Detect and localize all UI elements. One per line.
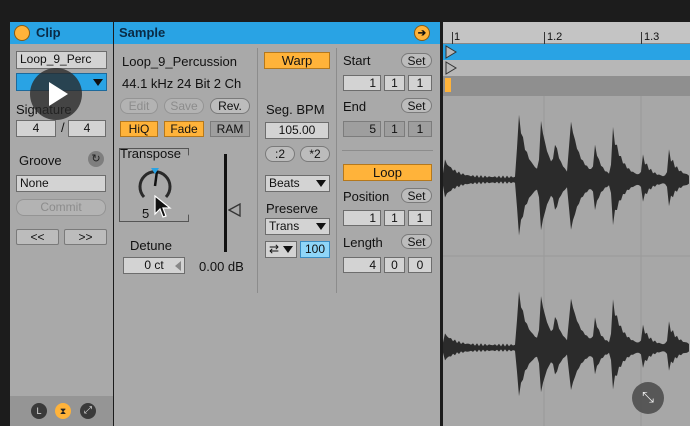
preserve-label: Preserve [266, 201, 319, 216]
clip-activator-icon[interactable] [14, 25, 30, 41]
groove-selector[interactable]: None [16, 175, 106, 192]
groove-hot-swap-icon[interactable]: ↻ [88, 151, 104, 167]
gain-slider-handle[interactable] [228, 203, 242, 217]
detune-arrow-icon [175, 261, 181, 271]
sample-name: Loop_9_Percussion [122, 54, 237, 69]
position-bar-field[interactable]: 1 [343, 210, 381, 226]
length-sixteenth-field[interactable]: 0 [408, 257, 432, 273]
launch-tab-icon[interactable]: L [31, 403, 47, 419]
transpose-value: 5 [142, 206, 150, 221]
ruler-label: 1.3 [644, 31, 660, 43]
reverse-button[interactable]: Rev. [210, 98, 250, 114]
sample-panel: Sample ➔ Loop_9_Percussion 44.1 kHz 24 B… [114, 22, 440, 426]
play-overlay-button[interactable] [30, 68, 82, 120]
sample-info: 44.1 kHz 24 Bit 2 Ch [122, 76, 242, 91]
envelope-field[interactable]: 100 [300, 241, 330, 258]
end-sixteenth-field[interactable]: 1 [408, 121, 432, 137]
envelopes-tab-icon[interactable]: ⤢ [80, 403, 96, 419]
waveform-display[interactable] [443, 96, 690, 426]
ruler-label: 1.2 [547, 31, 563, 43]
position-beat-field[interactable]: 1 [384, 210, 405, 226]
clip-title: Clip [36, 25, 61, 40]
length-set-button[interactable]: Set [401, 234, 432, 249]
clip-header: Clip [10, 22, 113, 44]
nudge-left-button[interactable]: << [16, 229, 59, 245]
sample-title: Sample [119, 25, 166, 40]
chevron-down-icon [316, 180, 326, 187]
warp-mode-value: Beats [269, 176, 300, 190]
mouse-cursor-icon [154, 195, 172, 218]
nudge-right-button[interactable]: >> [64, 229, 107, 245]
fade-toggle[interactable]: Fade [164, 121, 204, 137]
ruler-tick [452, 32, 453, 44]
position-sixteenth-field[interactable]: 1 [408, 210, 432, 226]
seg-bpm-field[interactable]: 105.00 [265, 122, 329, 139]
save-button[interactable]: Save [164, 98, 204, 114]
start-marker-strip [443, 60, 690, 76]
signature-separator: / [61, 120, 65, 135]
detune-field[interactable]: 0 ct [123, 257, 185, 274]
edit-button[interactable]: Edit [120, 98, 158, 114]
collapse-view-button[interactable]: ⤡ [632, 382, 664, 414]
preserve-value: Trans [269, 219, 300, 233]
shrink-icon: ⤡ [641, 389, 654, 406]
seg-bpm-label: Seg. BPM [266, 102, 325, 117]
gain-value: 0.00 dB [199, 259, 244, 274]
position-label: Position [343, 189, 390, 204]
detune-label: Detune [130, 238, 172, 253]
warp-toggle[interactable]: Warp [264, 52, 330, 69]
chevron-down-icon [316, 223, 326, 230]
preserve-select[interactable]: Trans [265, 218, 330, 235]
loop-brace[interactable] [443, 44, 690, 60]
groove-label: Groove [19, 153, 62, 168]
signature-denominator[interactable]: 4 [68, 120, 106, 137]
warp-mode-select[interactable]: Beats [265, 175, 330, 192]
start-bar-field[interactable]: 1 [343, 75, 381, 91]
gain-slider[interactable] [224, 154, 227, 252]
half-tempo-button[interactable]: :2 [265, 146, 295, 162]
loop-mode-select[interactable]: ⇄ [265, 241, 297, 258]
end-beat-field[interactable]: 1 [384, 121, 405, 137]
chevron-down-icon [93, 79, 103, 86]
ruler-tick [544, 32, 545, 44]
end-label: End [343, 99, 367, 114]
double-tempo-button[interactable]: *2 [300, 146, 330, 162]
waveform-left-channel [443, 114, 689, 236]
sample-header: Sample ➔ [114, 22, 440, 44]
length-bar-field[interactable]: 4 [343, 257, 381, 273]
start-beat-field[interactable]: 1 [384, 75, 405, 91]
divider [342, 150, 433, 151]
commit-button[interactable]: Commit [16, 199, 106, 216]
signature-numerator[interactable]: 4 [16, 120, 56, 137]
warp-marker[interactable] [445, 78, 451, 92]
divider [257, 48, 258, 293]
start-set-button[interactable]: Set [401, 53, 432, 68]
sample-editor: 1 1.2 1.3 ⤡ [443, 22, 690, 426]
arrow-right-circle-icon[interactable]: ➔ [414, 25, 430, 41]
ruler-label: 1 [454, 31, 461, 43]
start-label: Start [343, 53, 371, 68]
clip-name-field[interactable]: Loop_9_Perc [16, 51, 107, 69]
chevron-down-icon [283, 246, 293, 253]
loop-toggle[interactable]: Loop [343, 164, 432, 181]
loop-start-marker-icon[interactable] [445, 45, 457, 59]
sample-tab-icon[interactable]: ⧗ [55, 403, 71, 419]
loop-mode-icon: ⇄ [269, 242, 280, 256]
end-set-button[interactable]: Set [401, 98, 432, 113]
detune-value: 0 ct [144, 258, 164, 272]
ruler-tick [641, 32, 642, 44]
end-bar-field[interactable]: 5 [343, 121, 381, 137]
warp-marker-strip [443, 76, 690, 96]
hiq-toggle[interactable]: HiQ [120, 121, 158, 137]
beat-ruler[interactable]: 1 1.2 1.3 [443, 22, 690, 44]
length-beat-field[interactable]: 0 [384, 257, 405, 273]
start-marker-icon[interactable] [445, 61, 457, 75]
divider [336, 48, 337, 293]
waveform-right-channel [443, 291, 689, 397]
start-sixteenth-field[interactable]: 1 [408, 75, 432, 91]
ram-toggle[interactable]: RAM [210, 121, 250, 137]
play-icon [49, 82, 68, 106]
length-label: Length [343, 235, 383, 250]
position-set-button[interactable]: Set [401, 188, 432, 203]
